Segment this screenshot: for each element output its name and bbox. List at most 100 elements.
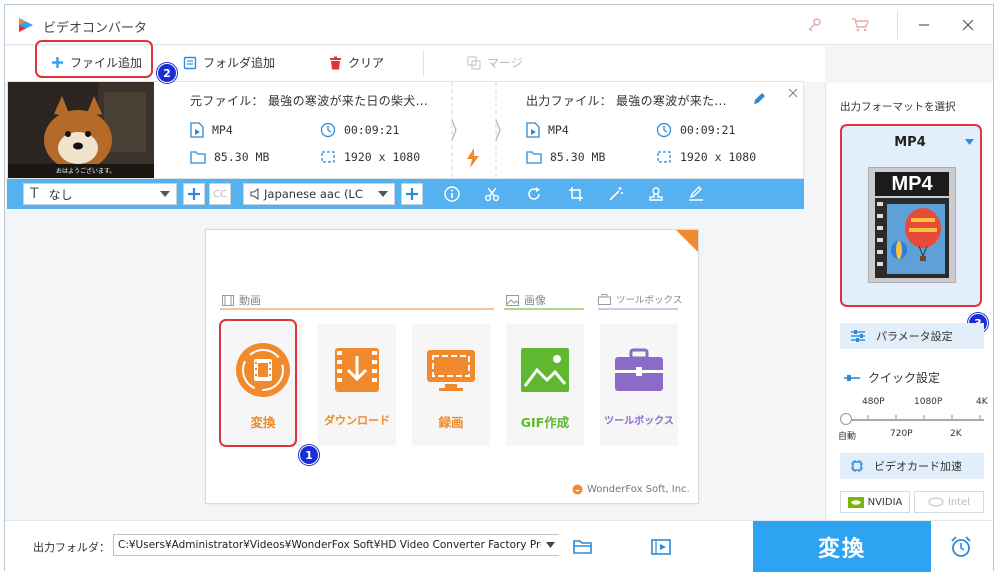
brand-footer: WonderFox Soft, Inc. (572, 484, 690, 495)
path-dropdown-button[interactable] (541, 535, 559, 555)
file-item[interactable]: おはようございます。 元ファイル： 最強の寒波が来た日の柴犬... MP4 00… (7, 81, 804, 179)
step-badge-2: 2 (157, 63, 177, 83)
nvidia-button[interactable]: NVIDIA (840, 491, 910, 513)
convert-tile-highlight (219, 319, 297, 447)
section-toolbox: ツールボックス (598, 292, 682, 306)
section-toolbox-line (598, 308, 678, 310)
close-icon[interactable] (955, 13, 981, 37)
quick-slider-icon (844, 374, 860, 381)
clock-icon (656, 122, 672, 138)
output-size-value: 85.30 MB (550, 150, 606, 164)
cc-button[interactable]: CC (209, 183, 231, 205)
source-file-name: 最強の寒波が来た日の柴犬... (268, 94, 428, 108)
open-folder-icon[interactable] (573, 539, 593, 555)
title-separator (897, 11, 898, 39)
add-subtitle-button[interactable] (183, 183, 205, 205)
parameter-settings-button[interactable]: パラメータ設定 (840, 323, 984, 349)
quick-slider-handle[interactable] (840, 413, 852, 425)
wonderfox-logo-icon (572, 484, 583, 495)
screen-record-icon (427, 350, 475, 391)
quick-label-auto: 自動 (838, 432, 857, 442)
quick-label-1080p: 1080P (914, 397, 943, 407)
clear-label: クリア (348, 56, 385, 70)
chip-icon (851, 460, 863, 472)
alarm-clock-icon[interactable] (949, 535, 973, 559)
merge-button[interactable]: マージ (467, 54, 523, 71)
gpu-acceleration-button[interactable]: ビデオカード加速 (840, 453, 984, 479)
section-image-label: 画像 (524, 294, 546, 307)
gif-maker-tile[interactable]: GIF作成 (506, 324, 584, 446)
convert-button[interactable]: 変換 (753, 521, 931, 572)
rotate-icon[interactable] (525, 185, 543, 203)
merge-label: マージ (487, 56, 523, 70)
add-folder-button[interactable]: フォルダ追加 (183, 54, 275, 71)
output-settings-panel: 出力フォーマットを選択 MP4 MP4 3 (825, 83, 993, 522)
remove-file-icon[interactable] (788, 88, 798, 98)
edit-pencil-icon[interactable] (752, 92, 766, 106)
subtitle-dropdown[interactable]: T なし (23, 183, 177, 205)
crop-icon[interactable] (567, 185, 585, 203)
parameter-settings-label: パラメータ設定 (876, 330, 953, 343)
section-image-line (504, 308, 584, 310)
watermark-stamp-icon[interactable] (647, 185, 665, 203)
download-tile-label: ダウンロード (324, 414, 390, 427)
sliders-icon (851, 330, 865, 342)
nvidia-label: NVIDIA (867, 496, 903, 508)
gpu-acceleration-label: ビデオカード加速 (874, 460, 962, 473)
quick-settings-title: クイック設定 (844, 369, 940, 386)
section-image: 画像 (506, 292, 546, 308)
subtitle-value: なし (48, 187, 73, 202)
format-selector-highlight (840, 124, 982, 307)
quick-settings-label: クイック設定 (868, 371, 941, 385)
convert-button-label: 変換 (817, 536, 866, 562)
quick-label-4k: 4K (976, 397, 988, 407)
folder-add-icon (183, 56, 197, 69)
toolbar-separator (423, 50, 424, 76)
gif-image-icon (521, 348, 569, 392)
text-icon: T (30, 186, 39, 202)
intel-button[interactable]: Intel (914, 491, 984, 513)
merge-icon (467, 55, 481, 70)
lightning-icon[interactable] (466, 148, 480, 168)
scissors-icon[interactable] (483, 185, 501, 203)
app-title: ビデオコンバータ (43, 21, 148, 36)
output-video-folder-icon[interactable] (651, 539, 671, 555)
add-audio-button[interactable] (401, 183, 423, 205)
step-badge-1: 1 (299, 445, 319, 465)
key-icon[interactable] (801, 13, 827, 37)
effects-wand-icon[interactable] (607, 185, 625, 203)
output-folder-path[interactable]: C:¥Users¥Administrator¥Videos¥WonderFox … (113, 534, 559, 556)
video-file-icon (190, 122, 204, 138)
video-file-icon (526, 122, 540, 138)
quick-label-720p: 720P (890, 429, 913, 439)
picture-icon (506, 294, 519, 306)
subtitle-edit-icon[interactable] (687, 185, 705, 203)
toolbox-icon (615, 348, 663, 391)
quick-label-480p: 480P (862, 397, 885, 407)
video-thumbnail[interactable]: おはようございます。 (8, 82, 154, 178)
audio-track-dropdown[interactable]: Japanese aac (LC (243, 183, 395, 205)
cart-icon[interactable] (847, 13, 873, 37)
app-logo-icon (19, 18, 33, 32)
record-tile[interactable]: 録画 (412, 324, 490, 446)
source-file-label: 元ファイル： (190, 94, 264, 108)
clear-button[interactable]: クリア (329, 54, 384, 71)
section-video: 動画 (222, 292, 261, 308)
nvidia-logo-icon (847, 496, 864, 508)
intel-label: Intel (947, 496, 971, 508)
resolution-icon (657, 151, 671, 163)
minimize-icon[interactable] (911, 13, 937, 37)
shiba-thumbnail-image (8, 82, 154, 178)
output-file-label: 出力ファイル： (526, 94, 613, 108)
audio-track-value: Japanese aac (LC (264, 187, 363, 201)
plus-icon (188, 188, 200, 200)
section-toolbox-label: ツールボックス (616, 295, 683, 306)
add-file-highlight (35, 40, 153, 78)
download-tile[interactable]: ダウンロード (318, 324, 396, 446)
info-icon[interactable] (443, 185, 461, 203)
source-resolution: 1920 x 1080 (320, 150, 420, 164)
output-format-value: MP4 (548, 123, 569, 137)
source-duration-value: 00:09:21 (344, 123, 400, 137)
toolbox-tile[interactable]: ツールボックス (600, 324, 678, 446)
app-window: ビデオコンバータ ファイル追加 フォルダ追加 クリア マージ おはようございます… (4, 4, 994, 572)
